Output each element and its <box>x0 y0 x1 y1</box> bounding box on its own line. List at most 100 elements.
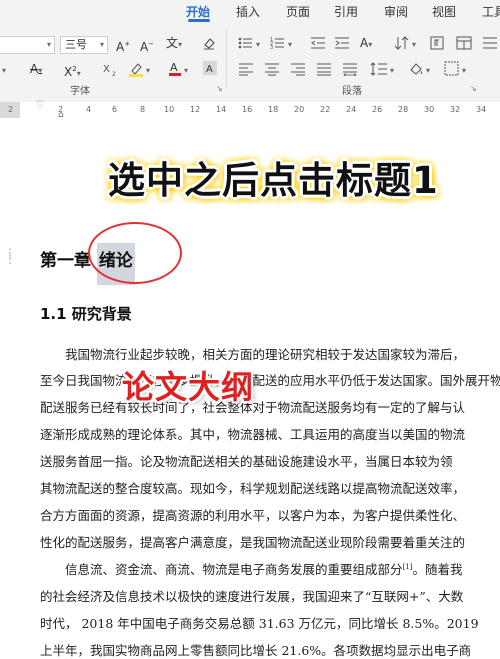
table-layout-icon[interactable] <box>456 36 472 50</box>
chevron-down-icon[interactable]: ▾ <box>390 64 394 78</box>
ruler-tick: 2 <box>8 105 14 114</box>
ruler-tick: 32 <box>450 105 461 114</box>
tab-review[interactable]: 审阅 <box>384 3 408 20</box>
body-line[interactable]: 其物流配送的整合度较高。现如今，科学规划配送线路以提高物流配送效率， <box>40 478 465 497</box>
paragraph-group-label: 段落 <box>342 86 362 97</box>
font-group-label: 字体 <box>70 86 90 97</box>
tab-page[interactable]: 页面 <box>286 3 310 20</box>
align-left-icon[interactable] <box>238 62 254 76</box>
ruler-tick: 6 <box>112 105 118 114</box>
svg-text:2: 2 <box>112 71 116 77</box>
svg-text:3: 3 <box>270 45 273 50</box>
svg-text:A: A <box>206 64 213 75</box>
chevron-down-icon[interactable]: ▾ <box>256 38 260 52</box>
section-heading[interactable]: 1.1 研究背景 <box>40 303 132 324</box>
ruler-tick: 10 <box>164 105 175 114</box>
decrease-indent-icon[interactable] <box>310 36 326 50</box>
chevron-down-icon[interactable]: ▾ <box>462 64 466 78</box>
body-line[interactable]: 上半年，我国实物商品网上零售额同比增长 21.6%。各项数据均显示出电子商 <box>40 640 471 659</box>
ruler-tick: 26 <box>372 105 383 114</box>
distributed-lines-icon[interactable] <box>482 36 498 50</box>
align-center-icon[interactable] <box>264 62 280 76</box>
font-dialog-launcher-icon[interactable]: ↘ <box>216 84 223 93</box>
border-icon[interactable] <box>444 61 459 76</box>
highlight-icon[interactable] <box>128 61 144 77</box>
svg-text:A: A <box>170 61 178 74</box>
font-size-value: 三号 <box>65 38 87 51</box>
ruler-tick: 18 <box>268 105 279 114</box>
decrease-font-icon[interactable]: A− <box>140 37 154 54</box>
subscript-icon[interactable]: X2 <box>102 61 118 77</box>
ruler-tick: 24 <box>346 105 357 114</box>
tab-view[interactable]: 视图 <box>432 3 456 20</box>
active-tab-indicator <box>188 19 210 22</box>
body-line-text: 信息流、资金流、商流、物流是电子商务发展的重要组成部分 <box>40 562 403 577</box>
chevron-down-icon: ▾ <box>99 40 104 49</box>
superscript-icon[interactable]: X2▾ <box>64 62 81 81</box>
chevron-down-icon[interactable]: ▾ <box>426 64 430 78</box>
clear-format-icon[interactable] <box>202 36 216 50</box>
bullet-list-icon[interactable] <box>238 36 256 50</box>
font-color-icon[interactable]: A <box>168 60 182 77</box>
ruler-tick: 20 <box>294 105 305 114</box>
horizontal-ruler[interactable]: 2 2 4 6 8 10 12 14 16 18 20 22 24 26 28 … <box>0 100 500 120</box>
tab-tools[interactable]: 工具 <box>482 3 500 20</box>
body-line[interactable]: 逐渐形成成熟的理论体系。其中，物流器械、工具运用的高度当以美国的物流 <box>40 424 465 443</box>
chevron-down-icon[interactable]: ▾ <box>146 64 150 78</box>
body-line[interactable]: 送服务首屈一指。论及物流配送相关的基础设施建设水平，当属日本较为领 <box>40 451 453 470</box>
numbered-list-icon[interactable]: 123 <box>270 36 288 50</box>
ruler-tick: 30 <box>424 105 435 114</box>
chevron-down-icon: ▾ <box>46 40 51 49</box>
chapter-prefix: 第一章 <box>40 251 91 271</box>
distributed-icon[interactable] <box>342 62 358 76</box>
body-line[interactable]: 时代， 2018 年中国电子商务交易总额 31.63 万亿元，同比增长 8.5%… <box>40 613 479 632</box>
drag-handle-icon[interactable]: ⋮ ⋮ <box>4 247 16 265</box>
font-family-select[interactable]: ▾ <box>0 36 55 54</box>
body-line[interactable]: 信息流、资金流、商流、物流是电子商务发展的重要组成部分[1]。随着我 <box>40 559 462 578</box>
increase-font-icon[interactable]: A+ <box>116 37 130 54</box>
chevron-down-icon[interactable]: ▾ <box>184 64 188 78</box>
annotation-circle <box>88 222 182 284</box>
justify-icon[interactable] <box>316 62 332 76</box>
body-line[interactable]: 的社会经济及信息技术以极快的速度进行发展，我国迎来了“互联网+”、大数 <box>40 586 463 605</box>
show-marks-icon[interactable] <box>430 36 444 50</box>
line-spacing-icon[interactable] <box>370 61 388 77</box>
first-line-indent-marker-icon[interactable]: ♡ <box>36 100 44 110</box>
svg-text:X: X <box>103 64 110 75</box>
ribbon-tab-bar: 开始 插入 页面 引用 审阅 视图 工具 <box>0 0 500 24</box>
paragraph-dialog-launcher-icon[interactable]: ↘ <box>470 84 477 93</box>
chevron-down-icon[interactable]: ▾ <box>412 38 416 52</box>
phonetic-guide-icon[interactable]: 文▾ <box>166 36 182 52</box>
text-direction-icon[interactable]: A▾ <box>360 36 372 52</box>
ruler-tick: 14 <box>216 105 227 114</box>
increase-indent-icon[interactable] <box>334 36 350 50</box>
tab-insert[interactable]: 插入 <box>236 3 260 20</box>
chevron-down-icon[interactable]: ▾ <box>288 38 292 52</box>
font-size-select[interactable]: 三号 ▾ <box>60 36 108 54</box>
tutorial-watermark: 论文大纲 <box>122 368 255 406</box>
strikethrough-icon[interactable]: A▾ <box>30 62 42 78</box>
body-line[interactable]: 至今日我国物流水平在逐步提升，物流配送的应用水平仍低于发达国家。国外展开物 <box>40 370 500 389</box>
body-line-tail: 。随着我 <box>412 562 463 577</box>
tab-references[interactable]: 引用 <box>334 3 358 20</box>
ruler-tick: 28 <box>398 105 409 114</box>
body-line[interactable]: 合方方面面的资源，提高资源的利用水平，以客户为本，为客户提供柔性化、 <box>40 505 465 524</box>
ruler-tick: 34 <box>476 105 487 114</box>
ruler-tick: 22 <box>320 105 331 114</box>
align-right-icon[interactable] <box>290 62 306 76</box>
shading-icon[interactable] <box>408 61 424 77</box>
body-line[interactable]: 我国物流行业起步较晚，相关方面的理论研究相较于发达国家较为滞后， <box>40 344 465 363</box>
sort-icon[interactable] <box>394 36 410 50</box>
body-line[interactable]: 性化的配送服务，提高客户满意度，是我国物流配送业现阶段需要着重关注的 <box>40 532 465 551</box>
ruler-tick: 16 <box>242 105 253 114</box>
tab-home[interactable]: 开始 <box>186 3 210 20</box>
char-shading-icon[interactable]: A <box>202 60 218 76</box>
ruler-tick: 8 <box>140 105 146 114</box>
group-divider <box>226 30 227 88</box>
tutorial-caption: 选中之后点击标题1 <box>108 159 439 202</box>
ruler-tick: 4 <box>86 105 92 114</box>
citation-mark: [1] <box>402 562 413 571</box>
underline-dropdown-icon[interactable]: ▾ <box>2 62 6 78</box>
ruler-tick: 12 <box>190 105 201 114</box>
ribbon-toolbar: ▾ 三号 ▾ A+ A− 文▾ ▾ 123 ▾ A▾ ▾ ▾ A▾ X2▾ X2 <box>0 24 500 103</box>
